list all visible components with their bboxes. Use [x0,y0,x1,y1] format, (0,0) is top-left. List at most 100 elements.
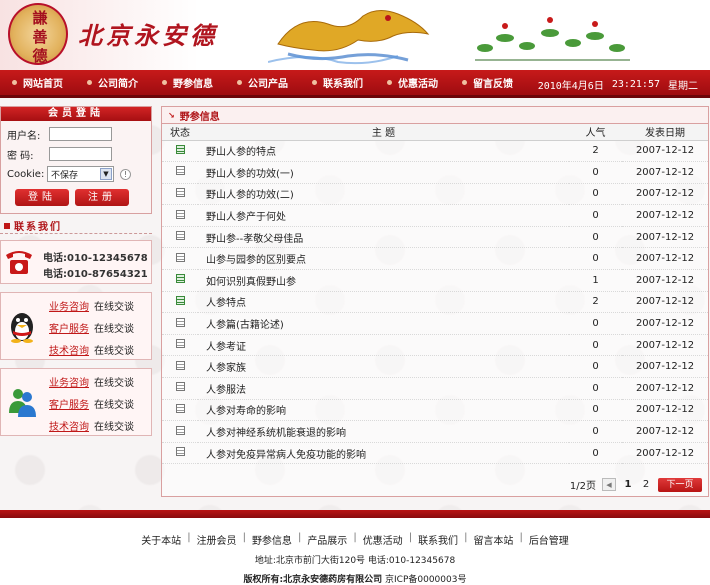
msn-service-link[interactable]: 客户服务 [49,396,89,411]
chat-link[interactable]: 在线交谈 [94,298,134,313]
link-separator: | [464,532,468,543]
msn-service-link[interactable]: 业务咨询 [49,374,89,389]
chat-link[interactable]: 在线交谈 [94,418,134,433]
status-cell [162,204,198,227]
page-link[interactable]: 1 [622,479,634,490]
table-row: 人参家族 0 2007-12-12 [162,355,708,379]
article-title-link[interactable]: 野山参--孝敬父母佳品 [198,226,569,249]
document-icon [175,295,185,305]
nav-wild-ginseng[interactable]: 野参信息 [150,70,225,95]
footer-link[interactable]: 野参信息 [252,532,292,547]
page-link[interactable]: 2 [640,479,652,490]
article-title-link[interactable]: 野山人参的特点 [198,140,569,163]
login-title: 会员登陆 [1,107,151,121]
cookie-label: Cookie: [7,168,45,180]
qq-service-link[interactable]: 业务咨询 [49,298,89,313]
article-title-link[interactable]: 如何识别真假野山参 [198,269,569,292]
username-label: 用户名: [7,130,41,142]
date-cell: 2007-12-12 [622,442,708,465]
nav-promotions[interactable]: 优惠活动 [375,70,450,95]
bullet-square-icon [4,222,10,229]
prev-page-icon[interactable]: ◀ [602,478,616,491]
date-cell: 2007-12-12 [622,355,708,379]
table-row: 山参与园参的区别要点 0 2007-12-12 [162,247,708,271]
footer-link[interactable]: 后台管理 [529,532,569,547]
nav-bullet-icon [87,80,92,85]
article-title-link[interactable]: 人参特点 [198,291,569,314]
msn-service-link[interactable]: 技术咨询 [49,418,89,433]
footer-link[interactable]: 产品展示 [307,532,347,547]
popularity-cell: 0 [569,399,622,422]
register-button[interactable]: 注册 [75,189,129,206]
cookie-select[interactable]: 不保存 ▼ [47,166,114,182]
article-title-link[interactable]: 人参篇(古籍论述) [198,312,569,335]
nav-guestbook[interactable]: 留言反馈 [450,70,525,95]
password-label: 密 码: [7,150,34,162]
main-nav: 网站首页 公司简介 野参信息 公司产品 联系我们 优惠活动 留言反馈 2010年… [0,70,710,98]
chat-link[interactable]: 在线交谈 [94,374,134,389]
table-row: 如何识别真假野山参 1 2007-12-12 [162,269,708,292]
nav-home[interactable]: 网站首页 [0,70,75,95]
nav-contact[interactable]: 联系我们 [300,70,375,95]
table-row: 人参对寿命的影响 0 2007-12-12 [162,399,708,422]
qq-service-link[interactable]: 技术咨询 [49,342,89,357]
help-icon[interactable]: ! [120,168,131,180]
article-title-link[interactable]: 人参家族 [198,355,569,379]
nav-label: 野参信息 [173,79,213,90]
status-cell [162,420,198,443]
nav-bullet-icon [462,80,467,85]
chat-link[interactable]: 在线交谈 [94,396,134,411]
footer-link[interactable]: 关于本站 [141,532,181,547]
chat-link[interactable]: 在线交谈 [94,320,134,335]
article-title-link[interactable]: 野山人参的功效(二) [198,183,569,206]
login-buttons: 登陆 注册 [1,184,151,206]
password-input[interactable] [49,147,112,161]
footer-address: 地址:北京市前门大街120号 电话:010-12345678 [254,556,456,566]
qq-service-link[interactable]: 客户服务 [49,320,89,335]
nav-products[interactable]: 公司产品 [225,70,300,95]
article-title-link[interactable]: 人参服法 [198,377,569,400]
column-header-status: 状态 [162,124,198,141]
nav-about[interactable]: 公司简介 [75,70,150,95]
login-button[interactable]: 登陆 [15,189,69,206]
clock-date: 2010年4月6日 [537,80,604,92]
document-icon [175,382,185,392]
column-header-date: 发表日期 [622,124,708,141]
document-icon [175,360,185,370]
article-title-link[interactable]: 人参考证 [198,334,569,357]
cookie-select-value: 不保存 [51,170,79,181]
document-icon [175,274,185,284]
footer-link[interactable]: 留言本站 [473,532,513,547]
date-cell: 2007-12-12 [622,161,708,184]
article-title-link[interactable]: 人参对神经系统机能衰退的影响 [198,420,569,443]
username-input[interactable] [49,127,112,141]
msn-row: 业务咨询 在线交谈 [49,374,134,389]
status-cell [162,269,198,292]
date-cell: 2007-12-12 [622,312,708,335]
next-page-button[interactable]: 下一页 [658,477,702,492]
footer-link[interactable]: 优惠活动 [363,532,403,547]
table-row: 人参对神经系统机能衰退的影响 0 2007-12-12 [162,420,708,443]
ginseng-plant-icon [475,17,630,61]
date-cell: 2007-12-12 [622,140,708,163]
article-title-link[interactable]: 野山人参的功效(一) [198,161,569,184]
table-row: 野山参--孝敬父母佳品 0 2007-12-12 [162,226,708,249]
nav-label: 优惠活动 [398,79,438,90]
date-cell: 2007-12-12 [622,377,708,400]
document-icon [175,447,185,457]
date-cell: 2007-12-12 [622,247,708,271]
table-row: 人参考证 0 2007-12-12 [162,334,708,357]
date-cell: 2007-12-12 [622,183,708,206]
article-title-link[interactable]: 人参对免疫异常病人免疫功能的影响 [198,442,569,465]
popularity-cell: 0 [569,420,622,443]
column-header-title: 主 题 [198,124,569,141]
footer-link[interactable]: 联系我们 [418,532,458,547]
popularity-cell: 0 [569,355,622,379]
footer-link[interactable]: 注册会员 [197,532,237,547]
article-table: 状态 主 题 人气 发表日期 野山人参的特点 2 2007-12-12 野山人参的功效… [162,124,708,465]
nav-label: 公司简介 [98,79,138,90]
article-title-link[interactable]: 野山人参产于何处 [198,204,569,227]
article-title-link[interactable]: 山参与园参的区别要点 [198,247,569,271]
chat-link[interactable]: 在线交谈 [94,342,134,357]
article-title-link[interactable]: 人参对寿命的影响 [198,399,569,422]
